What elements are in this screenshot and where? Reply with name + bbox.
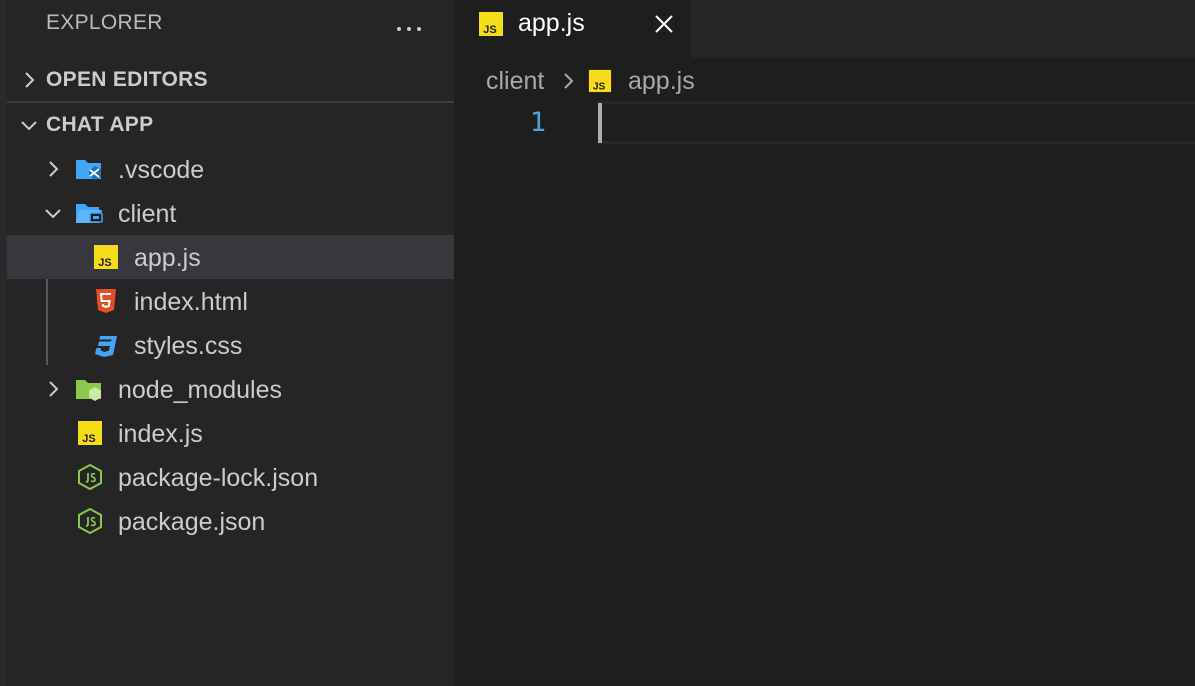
open-editors-section[interactable]: OPEN EDITORS [7,58,454,102]
tree-item-client[interactable]: client [7,191,454,235]
open-editors-label: OPEN EDITORS [46,68,208,91]
nodejs-icon [78,464,102,490]
text-cursor [598,103,602,143]
tree-item-label: package.json [118,508,266,536]
explorer-title: EXPLORER [46,11,163,34]
tree-item-label: package-lock.json [118,464,319,492]
tree-item-app-js[interactable]: JS app.js [7,235,454,279]
breadcrumb: client JS app.js [454,58,1195,102]
vscode-folder-icon [76,160,101,180]
current-line-highlight [597,101,1195,144]
html5-icon [96,289,116,313]
css3-icon [95,336,117,357]
tree-item-index-html[interactable]: index.html [7,279,454,323]
nodejs-icon [78,508,102,534]
tree-item-vscode[interactable]: .vscode [7,147,454,191]
editor-area: JS app.js client JS app.js 1 [454,0,1195,686]
tab-app-js[interactable]: JS app.js [454,0,691,58]
javascript-icon: JS [588,69,612,92]
chevron-right-icon [49,381,59,397]
tree-item-label: client [118,200,177,228]
tree-item-node-modules[interactable]: node_modules [7,367,454,411]
client-folder-icon [76,204,103,223]
svg-text:JS: JS [82,433,95,445]
activity-bar-edge [0,0,7,686]
tree-item-styles-css[interactable]: styles.css [7,323,454,367]
chevron-down-icon [21,121,37,131]
tree-item-index-js[interactable]: JS index.js [7,411,454,455]
explorer-header: EXPLORER [7,0,454,46]
svg-text:JS: JS [593,81,606,92]
tree-item-label: app.js [134,244,201,272]
tree-item-package-lock-json[interactable]: package-lock.json [7,455,454,499]
node-folder-icon [76,380,101,401]
javascript-icon: JS [78,421,102,445]
tree-item-label: index.html [134,288,248,316]
close-icon[interactable] [652,12,676,36]
javascript-icon: JS [94,245,118,269]
code-line[interactable]: 1 [454,101,1195,144]
explorer-sidebar: EXPLORER OPEN EDITORS CHAT APP .vscode c… [7,0,454,686]
chevron-right-icon [49,161,59,177]
svg-text:JS: JS [483,24,496,36]
tab-bar: JS app.js [454,0,1195,58]
chevron-right-icon [25,72,35,88]
chevron-down-icon [45,209,61,219]
chevron-right-icon [564,73,574,89]
breadcrumb-file[interactable]: app.js [628,67,695,96]
project-section[interactable]: CHAT APP [7,103,454,147]
project-label: CHAT APP [46,113,154,136]
breadcrumb-folder[interactable]: client [486,67,544,96]
svg-text:JS: JS [98,257,111,269]
tree-item-label: styles.css [134,332,243,360]
javascript-icon: JS [479,12,503,36]
ellipsis-icon[interactable] [393,6,425,38]
tree-item-label: .vscode [118,156,205,184]
tree-item-label: node_modules [118,376,283,404]
line-number: 1 [529,107,546,138]
tree-item-package-json[interactable]: package.json [7,499,454,543]
tree-item-label: index.js [118,420,203,448]
tab-label: app.js [518,9,585,37]
